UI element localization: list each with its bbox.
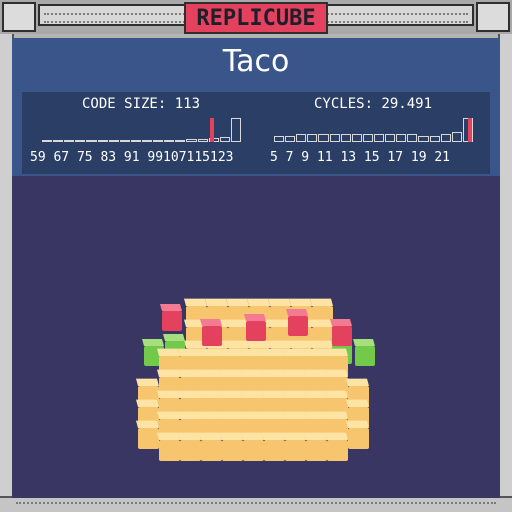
frame-right	[498, 34, 512, 500]
lettuce-cube	[353, 339, 375, 366]
shell-cube	[346, 420, 369, 449]
histogram-bar	[108, 140, 119, 142]
shell-cube	[157, 432, 180, 461]
shell-cube	[178, 432, 201, 461]
tomato-cube	[286, 309, 308, 336]
histogram-bar	[329, 133, 340, 142]
cycles-label: CYCLES: 29.491	[314, 96, 433, 112]
3d-viewport[interactable]	[12, 176, 500, 498]
histogram-bar	[407, 133, 418, 142]
histogram-bar	[197, 139, 208, 142]
histogram-bar	[186, 139, 197, 142]
level-header: Taco CODE SIZE: 113 59 67 75 83 91 99107…	[12, 38, 500, 176]
histogram-bar	[307, 133, 318, 142]
histogram-bar	[429, 136, 440, 142]
histogram-bar	[418, 136, 429, 142]
histogram-bar	[318, 133, 329, 142]
histogram-bar	[451, 132, 462, 142]
title-bar: REPLICUBE	[0, 0, 512, 34]
histogram-bar	[296, 133, 307, 142]
histogram-bar	[396, 133, 407, 142]
histogram-bar	[97, 140, 108, 142]
code-size-histogram	[42, 118, 242, 142]
tomato-cube	[244, 314, 266, 341]
code-size-label: CODE SIZE: 113	[82, 96, 201, 112]
level-name: Taco	[222, 44, 290, 79]
code-size-ticks: 59 67 75 83 91 99107115123	[30, 150, 234, 165]
histogram-bar	[351, 133, 362, 142]
tomato-cube	[330, 319, 352, 346]
histogram-bar	[219, 137, 230, 142]
tomato-cube	[160, 304, 182, 331]
stats-panel: CODE SIZE: 113 59 67 75 83 91 9910711512…	[22, 92, 490, 174]
histogram-bar	[53, 140, 64, 142]
shell-cube	[283, 432, 306, 461]
histogram-bar	[86, 140, 97, 142]
app-title: REPLICUBE	[184, 2, 328, 34]
histogram-bar	[285, 136, 296, 142]
window-frame: REPLICUBE Taco CODE SIZE: 113 59 67 75 8…	[0, 0, 512, 512]
frame-bottom	[0, 496, 512, 512]
score-marker	[210, 118, 214, 142]
score-marker	[468, 118, 472, 142]
histogram-bar	[230, 118, 241, 142]
histogram-bar	[340, 133, 351, 142]
shell-cube	[241, 432, 264, 461]
histogram-bar	[175, 140, 186, 142]
histogram-bar	[385, 133, 396, 142]
shell-cube	[325, 432, 348, 461]
tomato-cube	[200, 319, 222, 346]
shell-cube	[262, 432, 285, 461]
shell-cube	[136, 420, 159, 449]
histogram-bar	[164, 140, 175, 142]
main-panel: Taco CODE SIZE: 113 59 67 75 83 91 99107…	[12, 38, 500, 498]
histogram-bar	[142, 140, 153, 142]
cycles-histogram	[274, 118, 474, 142]
histogram-bar	[64, 140, 75, 142]
taco-voxel-model[interactable]	[12, 176, 500, 498]
window-corner-right	[476, 2, 510, 32]
cycles-ticks: 5 7 9 11 13 15 17 19 21	[270, 150, 451, 165]
histogram-bar	[75, 140, 86, 142]
histogram-bar	[42, 140, 53, 142]
histogram-bar	[362, 133, 373, 142]
histogram-bar	[274, 136, 285, 142]
histogram-bar	[374, 133, 385, 142]
window-corner-left	[2, 2, 36, 32]
shell-cube	[304, 432, 327, 461]
shell-cube	[199, 432, 222, 461]
histogram-bar	[119, 140, 130, 142]
shell-cube	[220, 432, 243, 461]
histogram-bar	[440, 133, 451, 142]
histogram-bar	[130, 140, 141, 142]
histogram-bar	[153, 140, 164, 142]
